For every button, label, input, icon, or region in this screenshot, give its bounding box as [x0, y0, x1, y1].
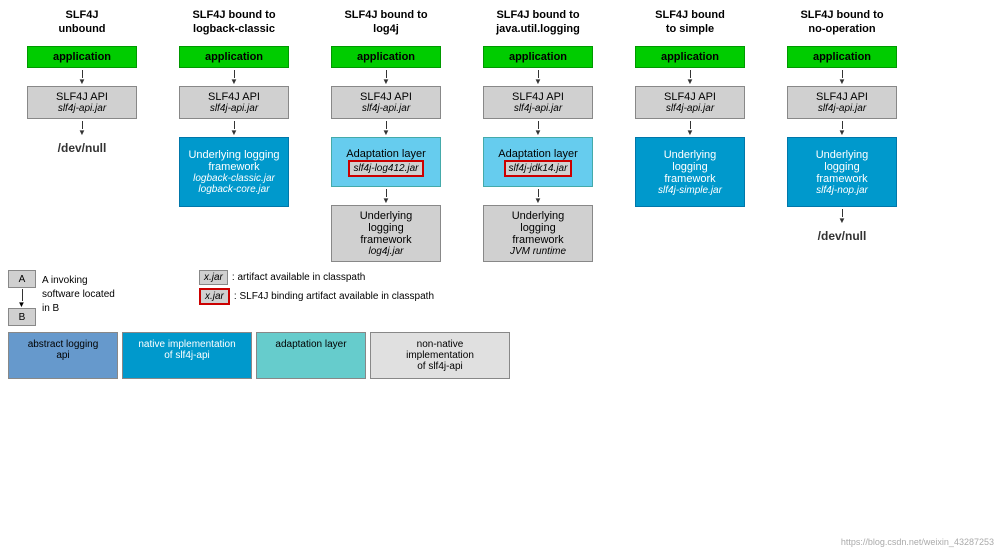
legend-box-b: B	[8, 308, 36, 326]
box-underlying-simple: Underlying logging framework slf4j-simpl…	[635, 137, 745, 207]
column-nop: SLF4J bound to no-operation application …	[768, 8, 916, 247]
arrow-1-jul	[483, 68, 593, 86]
column-unbound: SLF4J unbound application SLF4J API slf4…	[8, 8, 156, 159]
jar-text-red: slf4j-log412.jar	[348, 160, 423, 177]
box-slf4j-api-nop: SLF4J API slf4j-api.jar	[787, 86, 897, 119]
box-adaptation-jul: Adaptation layer slf4j-jdk14.jar	[483, 137, 593, 187]
col-title-nop: SLF4J bound to no-operation	[800, 8, 883, 40]
column-jul: SLF4J bound to java.util.logging applica…	[464, 8, 612, 262]
box-title: SLF4J API	[186, 91, 282, 103]
box-slf4j-api-unbound: SLF4J API slf4j-api.jar	[27, 86, 137, 119]
col-title-jul: SLF4J bound to java.util.logging	[496, 8, 580, 40]
box-application-unbound: application	[27, 46, 137, 68]
box-underlying-jul: Underlying logging framework JVM runtime	[483, 205, 593, 262]
box-title: SLF4J API	[338, 91, 434, 103]
null-text-unbound: /dev/null	[27, 141, 137, 155]
box-underlying-nop: Underlying logging framework slf4j-nop.j…	[787, 137, 897, 207]
jar-text: JVM runtime	[510, 246, 566, 257]
box-slf4j-api-logback: SLF4J API slf4j-api.jar	[179, 86, 289, 119]
color-legend-abstract: abstract logging api	[8, 332, 118, 379]
legend-item-2: x.jar : SLF4J binding artifact available…	[199, 288, 434, 305]
box-title: Adaptation layer	[346, 148, 426, 160]
color-legend-native: native implementation of slf4j-api	[122, 332, 252, 379]
jar-text: log4j.jar	[368, 246, 403, 257]
arrow-down-icon: ▼	[18, 300, 26, 309]
arrow-2-log4j	[331, 119, 441, 137]
jar-text: slf4j-nop.jar	[816, 185, 868, 196]
jar-text: slf4j-api.jar	[34, 103, 130, 114]
box-title: SLF4J API	[642, 91, 738, 103]
jar-text: slf4j-api.jar	[642, 103, 738, 114]
box-underlying-logback: Underlying logging framework logback-cla…	[179, 137, 289, 207]
jar-text: slf4j-api.jar	[490, 103, 586, 114]
col-title-log4j: SLF4J bound to log4j	[344, 8, 427, 40]
legend-ab-section: A ▼ B A invoking software located in B	[8, 270, 183, 326]
legend-ab-label: A invoking software located in B	[42, 270, 115, 316]
box-title: Underlying logging framework	[664, 149, 717, 185]
box-title: Underlying logging framework	[512, 210, 565, 246]
box-title: Underlying logging framework	[816, 149, 869, 185]
arrow-2-simple	[635, 119, 745, 137]
box-underlying-log4j: Underlying logging framework log4j.jar	[331, 205, 441, 262]
color-legend-nonnative: non-native implementation of slf4j-api	[370, 332, 510, 379]
box-title: Underlying logging framework	[188, 149, 279, 173]
diagram-area: SLF4J unbound application SLF4J API slf4…	[8, 8, 992, 262]
arrow-2-nop	[787, 119, 897, 137]
box-title: SLF4J API	[794, 91, 890, 103]
jar-text: logback-classic.jar logback-core.jar	[193, 173, 275, 195]
arrow-2-jul	[483, 119, 593, 137]
legend-jar-1: x.jar	[199, 270, 228, 285]
legend-desc-2: : SLF4J binding artifact available in cl…	[234, 291, 434, 302]
watermark: https://blog.csdn.net/weixin_43287253	[841, 537, 994, 547]
box-slf4j-api-log4j: SLF4J API slf4j-api.jar	[331, 86, 441, 119]
arrow-1-unbound	[27, 68, 137, 86]
box-title: Underlying logging framework	[360, 210, 413, 246]
arrow-1-nop	[787, 68, 897, 86]
main-container: SLF4J unbound application SLF4J API slf4…	[0, 0, 1000, 553]
jar-text: slf4j-api.jar	[186, 103, 282, 114]
legend-arrow-line: ▼	[22, 289, 23, 301]
box-application-log4j: application	[331, 46, 441, 68]
arrow-1-logback	[179, 68, 289, 86]
box-application-jul: application	[483, 46, 593, 68]
legend-ab-diagram: A ▼ B	[8, 270, 36, 326]
color-legend-adaptation: adaptation layer	[256, 332, 366, 379]
arrow-1-simple	[635, 68, 745, 86]
jar-text: slf4j-api.jar	[338, 103, 434, 114]
null-text-nop: /dev/null	[787, 229, 897, 243]
col-title-simple: SLF4J bound to simple	[655, 8, 725, 40]
jar-text: slf4j-api.jar	[794, 103, 890, 114]
legend-item-1: x.jar : artifact available in classpath	[199, 270, 434, 285]
box-title: SLF4J API	[34, 91, 130, 103]
box-application-simple: application	[635, 46, 745, 68]
box-slf4j-api-jul: SLF4J API slf4j-api.jar	[483, 86, 593, 119]
arrow-3-log4j	[331, 187, 441, 205]
jar-text-red: slf4j-jdk14.jar	[504, 160, 573, 177]
box-title: SLF4J API	[490, 91, 586, 103]
col-title-logback: SLF4J bound to logback-classic	[192, 8, 275, 40]
arrow-3-nop	[787, 207, 897, 225]
legend-jar-2: x.jar	[199, 288, 230, 305]
box-application-nop: application	[787, 46, 897, 68]
box-application-logback: application	[179, 46, 289, 68]
column-log4j: SLF4J bound to log4j application SLF4J A…	[312, 8, 460, 262]
legend-desc-1: : artifact available in classpath	[232, 272, 365, 283]
arrow-1-log4j	[331, 68, 441, 86]
color-legend-section: abstract logging api native implementati…	[8, 332, 992, 379]
arrow-3-jul	[483, 187, 593, 205]
jar-text: slf4j-simple.jar	[658, 185, 722, 196]
arrow-2-unbound	[27, 119, 137, 137]
box-slf4j-api-simple: SLF4J API slf4j-api.jar	[635, 86, 745, 119]
box-adaptation-log4j: Adaptation layer slf4j-log412.jar	[331, 137, 441, 187]
arrow-2-logback	[179, 119, 289, 137]
col-title-unbound: SLF4J unbound	[58, 8, 105, 40]
legend-box-a: A	[8, 270, 36, 288]
legend-jar-section: x.jar : artifact available in classpath …	[199, 270, 434, 305]
box-title: Adaptation layer	[498, 148, 578, 160]
column-logback: SLF4J bound to logback-classic applicati…	[160, 8, 308, 207]
column-simple: SLF4J bound to simple application SLF4J …	[616, 8, 764, 207]
